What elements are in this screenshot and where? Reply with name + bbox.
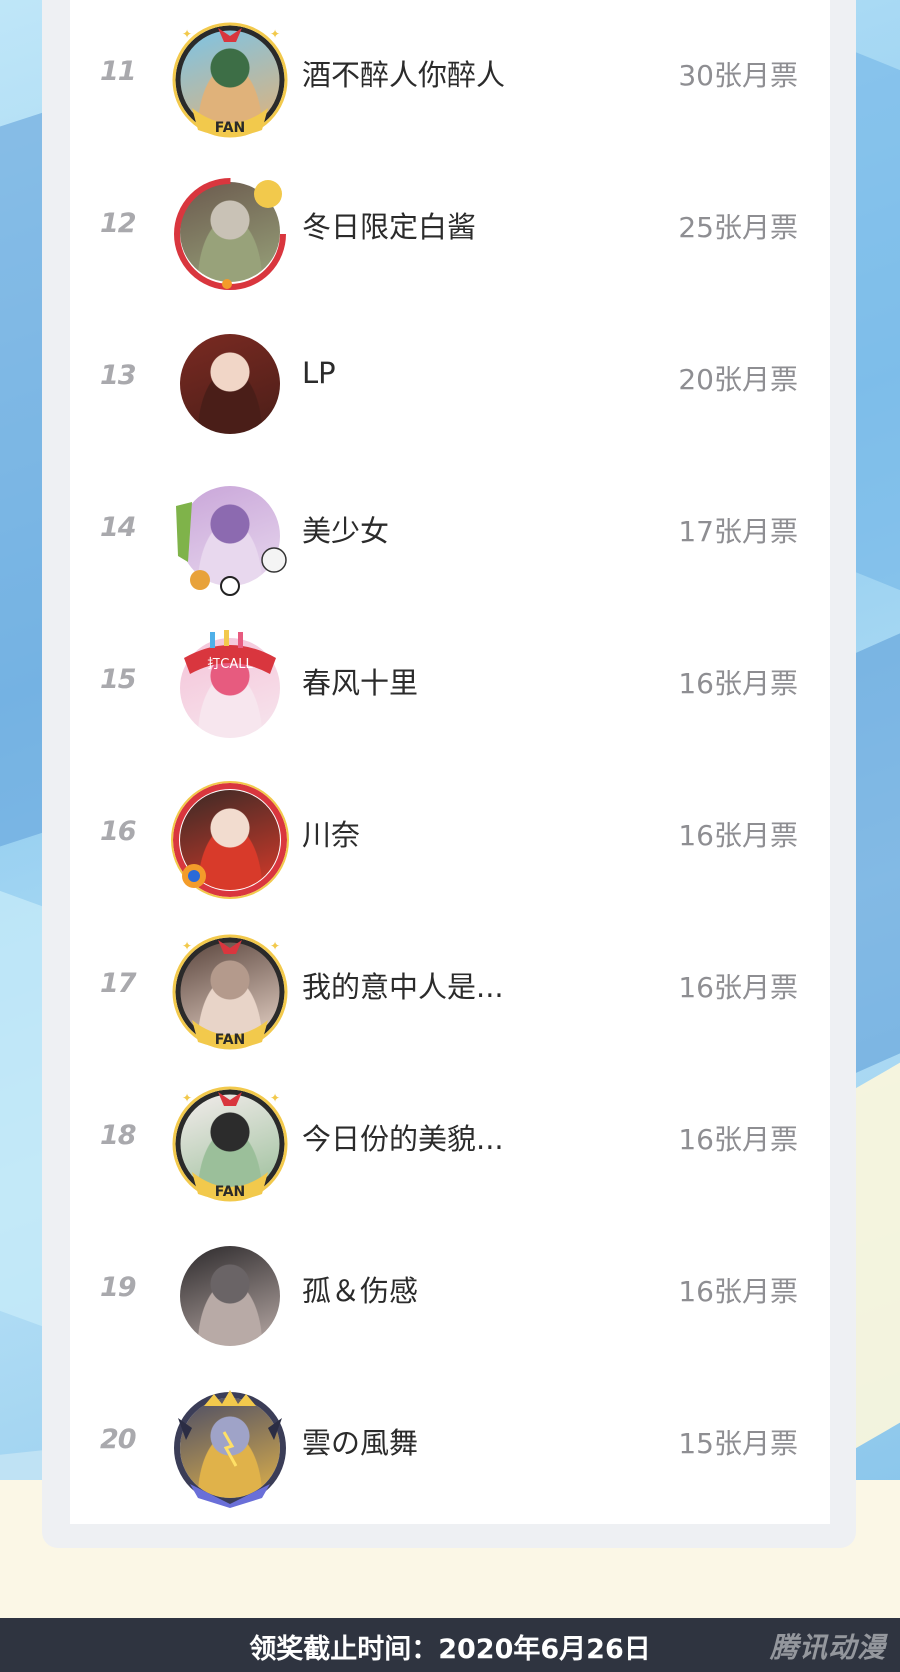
leaderboard-row[interactable]: 18 FAN ✦ ✦ 今日份的美貌... 16张月票 [70, 1068, 830, 1220]
rank-number: 15 [100, 664, 137, 695]
rank-number: 12 [100, 208, 137, 239]
monthly-ticket-count: 17张月票 [678, 515, 798, 548]
user-avatar[interactable] [180, 486, 280, 586]
user-name[interactable]: 今日份的美貌... [302, 1116, 662, 1158]
svg-text:✦: ✦ [270, 939, 280, 953]
rank-number: 13 [100, 360, 137, 391]
leaderboard-row[interactable]: 16 川奈 16张月票 [70, 764, 830, 916]
leaderboard-row[interactable]: 15 打CALL 春风十里 16张月票 [70, 612, 830, 764]
monthly-ticket-count: 16张月票 [678, 667, 798, 700]
leaderboard-row[interactable]: 14 美少女 17张月票 [70, 460, 830, 612]
user-avatar[interactable] [180, 790, 280, 890]
monthly-ticket-count: 16张月票 [678, 1123, 798, 1156]
user-avatar[interactable] [180, 1398, 280, 1498]
monthly-ticket-count: 20张月票 [678, 363, 798, 396]
leaderboard-row[interactable]: 13 LP 20张月票 [70, 308, 830, 460]
user-name[interactable]: 我的意中人是... [302, 964, 662, 1006]
user-avatar[interactable] [180, 942, 280, 1042]
user-avatar[interactable] [180, 30, 280, 130]
user-avatar[interactable] [180, 1094, 280, 1194]
user-name[interactable]: 美少女 [302, 508, 662, 550]
brand-watermark: 腾讯动漫 [769, 1631, 886, 1664]
user-name[interactable]: 春风十里 [302, 660, 662, 702]
leaderboard-row[interactable]: 11 FAN ✦ ✦ 酒不醉人你醉人 30张月票 [70, 4, 830, 156]
user-avatar[interactable] [180, 1246, 280, 1346]
rank-number: 18 [100, 1120, 137, 1151]
rank-number: 11 [100, 56, 137, 87]
monthly-ticket-count: 16张月票 [678, 819, 798, 852]
user-avatar[interactable] [180, 638, 280, 738]
user-name[interactable]: 酒不醉人你醉人 [302, 52, 662, 94]
leaderboard-row[interactable]: 12 冬日限定白酱 25张月票 [70, 156, 830, 308]
ranking-list: 11 FAN ✦ ✦ 酒不醉人你醉人 30张月票 12 冬日限定白酱 25张月票 13 LP 20张月… [70, 0, 830, 1524]
leaderboard-row[interactable]: 19 孤＆伤感 16张月票 [70, 1220, 830, 1372]
svg-text:✦: ✦ [182, 939, 192, 953]
rank-number: 14 [100, 512, 137, 543]
user-name[interactable]: 川奈 [302, 812, 662, 854]
user-name[interactable]: 冬日限定白酱 [302, 204, 662, 246]
monthly-ticket-count: 16张月票 [678, 1275, 798, 1308]
svg-text:✦: ✦ [270, 27, 280, 41]
monthly-ticket-count: 25张月票 [678, 211, 798, 244]
leaderboard-row[interactable]: 20 雲の風舞 15张月票 [70, 1372, 830, 1524]
user-avatar[interactable] [180, 182, 280, 282]
rank-number: 16 [100, 816, 137, 847]
leaderboard-row[interactable]: 17 FAN ✦ ✦ 我的意中人是... 16张月票 [70, 916, 830, 1068]
svg-text:✦: ✦ [182, 27, 192, 41]
svg-text:✦: ✦ [182, 1091, 192, 1105]
user-name[interactable]: 雲の風舞 [302, 1420, 662, 1462]
rank-number: 19 [100, 1272, 137, 1303]
footer-bar: 领奖截止时间：2020年6月26日 腾讯动漫 [0, 1618, 900, 1672]
monthly-ticket-count: 15张月票 [678, 1427, 798, 1460]
monthly-ticket-count: 16张月票 [678, 971, 798, 1004]
award-deadline: 领奖截止时间：2020年6月26日 [249, 1634, 651, 1665]
user-name[interactable]: 孤＆伤感 [302, 1268, 662, 1310]
user-avatar[interactable] [180, 334, 280, 434]
rank-number: 20 [100, 1424, 137, 1455]
user-name[interactable]: LP [302, 356, 662, 390]
svg-text:✦: ✦ [270, 1091, 280, 1105]
monthly-ticket-count: 30张月票 [678, 59, 798, 92]
rank-number: 17 [100, 968, 137, 999]
